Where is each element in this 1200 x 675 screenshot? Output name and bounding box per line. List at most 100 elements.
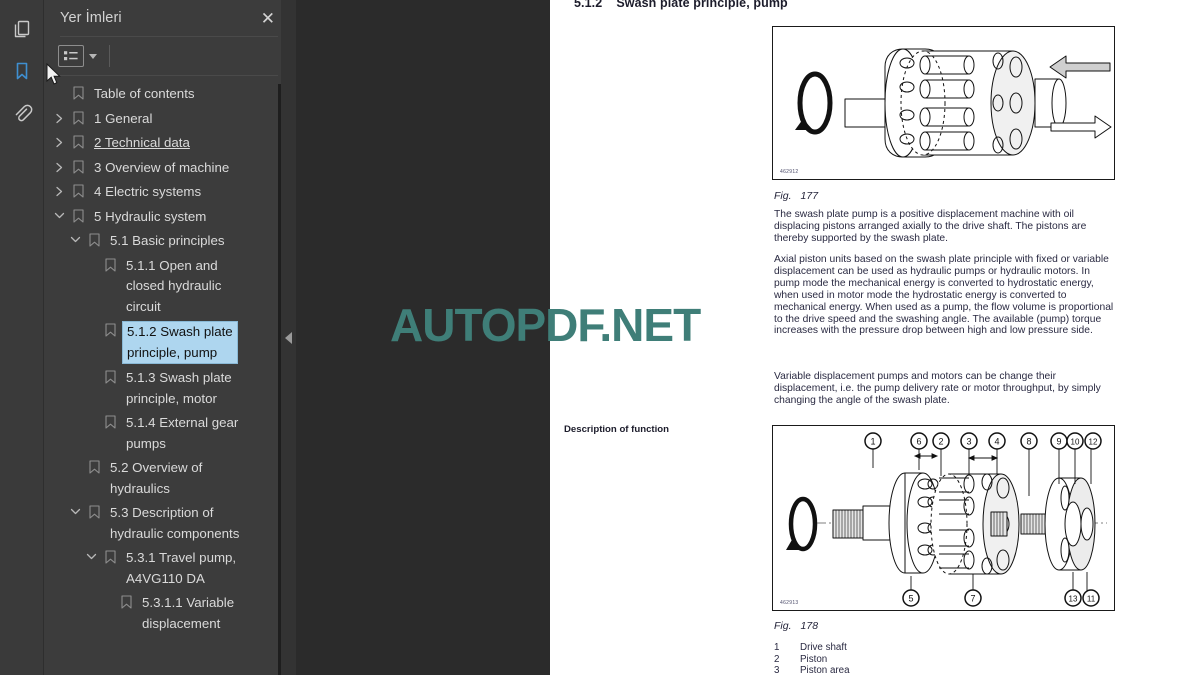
bookmark-icon: [68, 182, 88, 198]
paperclip-icon: [11, 102, 33, 124]
bookmark-icon: [100, 368, 120, 384]
legend-number: 3: [774, 665, 780, 675]
svg-text:11: 11: [1087, 595, 1096, 604]
bookmark-icon: [100, 321, 120, 337]
figure-caption-number: 178: [800, 620, 819, 632]
bookmark-item-label: 5.3 Description of hydraulic components: [110, 505, 240, 541]
chevron-left-icon: [285, 331, 292, 344]
svg-text:9: 9: [1056, 437, 1061, 447]
chevron-down-icon[interactable]: [50, 207, 68, 220]
legend-row: 2 Piston: [774, 654, 850, 666]
bookmark-icon: [84, 458, 104, 474]
bookmark-icon: [100, 256, 120, 272]
sidebar-collapse-handle[interactable]: [281, 0, 296, 675]
bookmark-item[interactable]: 5.1.1 Open and closed hydraulic circuit: [44, 254, 292, 320]
heading-number: 5.1.2: [574, 0, 603, 10]
chevron-down-icon[interactable]: [89, 53, 97, 59]
figure-legend-list: 1 Drive shaft 2 Piston 3 Piston area: [774, 642, 850, 675]
bookmark-item[interactable]: 2 Technical data: [44, 131, 292, 156]
bookmark-icon: [68, 84, 88, 100]
bookmark-item-label: 5.1.3 Swash plate principle, motor: [126, 370, 232, 406]
chevron-right-icon[interactable]: [50, 109, 68, 124]
figure-caption-label: Fig.: [774, 620, 792, 632]
figure-caption-number: 177: [800, 190, 819, 202]
bookmark-item-label: 4 Electric systems: [94, 184, 202, 199]
bookmark-item-label: 3 Overview of machine: [94, 159, 230, 175]
bookmark-icon: [11, 60, 33, 82]
bookmark-icon: [100, 548, 120, 564]
chevron-down-icon[interactable]: [82, 548, 100, 561]
bookmark-item[interactable]: 1 General: [44, 107, 292, 132]
twisty-placeholder: [82, 413, 100, 417]
bookmark-item-label: 5.1.2 Swash plate principle, pump: [122, 321, 238, 364]
sidenote-description-of-function: Description of function: [564, 424, 669, 435]
bookmark-item[interactable]: 5.3.1 Travel pump, A4VG110 DA: [44, 546, 292, 591]
bookmark-item[interactable]: 5.1.4 External gear pumps: [44, 411, 292, 456]
bookmark-item-label: 5.2 Overview of hydraulics: [110, 460, 203, 496]
bookmark-item-label: 5.1.4 External gear pumps: [126, 415, 239, 451]
twisty-placeholder: [82, 321, 100, 325]
panel-title: Yer İmleri: [60, 10, 122, 26]
chevron-right-icon[interactable]: [50, 133, 68, 148]
legend-text: Piston area: [800, 665, 850, 675]
heading-text: Swash plate principle, pump: [616, 0, 788, 10]
panel-icon-rail: [0, 0, 44, 675]
thumbnails-panel-button[interactable]: [0, 8, 44, 50]
chevron-down-icon[interactable]: [66, 231, 84, 244]
bookmark-item[interactable]: 5.3 Description of hydraulic components: [44, 501, 292, 546]
svg-text:3: 3: [966, 437, 971, 447]
chevron-down-icon[interactable]: [66, 503, 84, 516]
figure-178-id: 462913: [780, 600, 799, 606]
legend-row: 3 Piston area: [774, 665, 850, 675]
chevron-right-icon[interactable]: [50, 182, 68, 197]
toolbar-divider: [109, 45, 110, 67]
body-paragraph-3: Variable displacement pumps and motors c…: [774, 371, 1101, 406]
bookmark-icon: [84, 231, 104, 247]
list-view-icon[interactable]: [58, 45, 84, 67]
figure-178-image: 1 6 2 3 4 8 9 10 12 5 7 13 11 462913: [772, 425, 1115, 611]
body-paragraph-1: The swash plate pump is a positive displ…: [774, 209, 1087, 244]
bookmarks-toolbar: [44, 37, 292, 75]
attachments-panel-button[interactable]: [0, 92, 44, 134]
twisty-placeholder: [82, 256, 100, 260]
bookmark-item[interactable]: 3 Overview of machine: [44, 156, 292, 181]
figure-177-id: 462912: [780, 169, 799, 175]
pdf-viewer-window: Yer İmleri ✕ Table of contents 1 General 2…: [0, 0, 1200, 675]
bookmarks-panel-button[interactable]: [0, 50, 44, 92]
figure-177-image: 462912: [772, 26, 1115, 180]
bookmark-icon: [68, 158, 88, 174]
bookmark-item-label: 5.3.1 Travel pump, A4VG110 DA: [126, 550, 237, 586]
twisty-placeholder: [66, 458, 84, 462]
svg-text:4: 4: [994, 437, 999, 447]
bookmark-item[interactable]: 5.1 Basic principles: [44, 229, 292, 254]
bookmark-item-label: 5.1 Basic principles: [110, 233, 225, 248]
bookmark-tree[interactable]: Table of contents 1 General 2 Technical da…: [44, 76, 292, 675]
legend-row: 1 Drive shaft: [774, 642, 850, 654]
bookmarks-panel: Yer İmleri ✕ Table of contents 1 General 2…: [44, 0, 292, 675]
figure-caption-label: Fig.: [774, 190, 792, 202]
bookmark-item[interactable]: 5 Hydraulic system: [44, 205, 292, 230]
bookmark-item[interactable]: Table of contents: [44, 82, 292, 107]
bookmark-item[interactable]: 5.1.2 Swash plate principle, pump: [44, 319, 292, 366]
twisty-placeholder: [82, 368, 100, 372]
bookmark-item[interactable]: 5.3.1.1 Variable displacement: [44, 591, 292, 636]
close-icon[interactable]: ✕: [258, 8, 278, 29]
svg-text:6: 6: [916, 437, 921, 447]
bookmarks-panel-header: Yer İmleri ✕: [44, 0, 292, 36]
bookmark-icon: [68, 133, 88, 149]
pages-icon: [11, 18, 33, 40]
body-paragraph-2: Axial piston units based on the swash pl…: [774, 254, 1114, 337]
svg-text:1: 1: [870, 437, 875, 447]
bookmark-icon: [68, 109, 88, 125]
bookmark-item[interactable]: 5.2 Overview of hydraulics: [44, 456, 292, 501]
chevron-right-icon[interactable]: [50, 158, 68, 173]
bookmark-item[interactable]: 4 Electric systems: [44, 180, 292, 205]
bookmark-icon: [68, 207, 88, 223]
svg-text:7: 7: [970, 594, 975, 604]
bookmark-icon: [84, 503, 104, 519]
twisty-placeholder: [98, 593, 116, 597]
bookmark-item-label: Table of contents: [94, 86, 195, 101]
document-viewer[interactable]: 5.1.2 Swash plate principle, pump 462912…: [292, 0, 1200, 675]
bookmark-item[interactable]: 5.1.3 Swash plate principle, motor: [44, 366, 292, 411]
svg-text:13: 13: [1069, 595, 1078, 604]
